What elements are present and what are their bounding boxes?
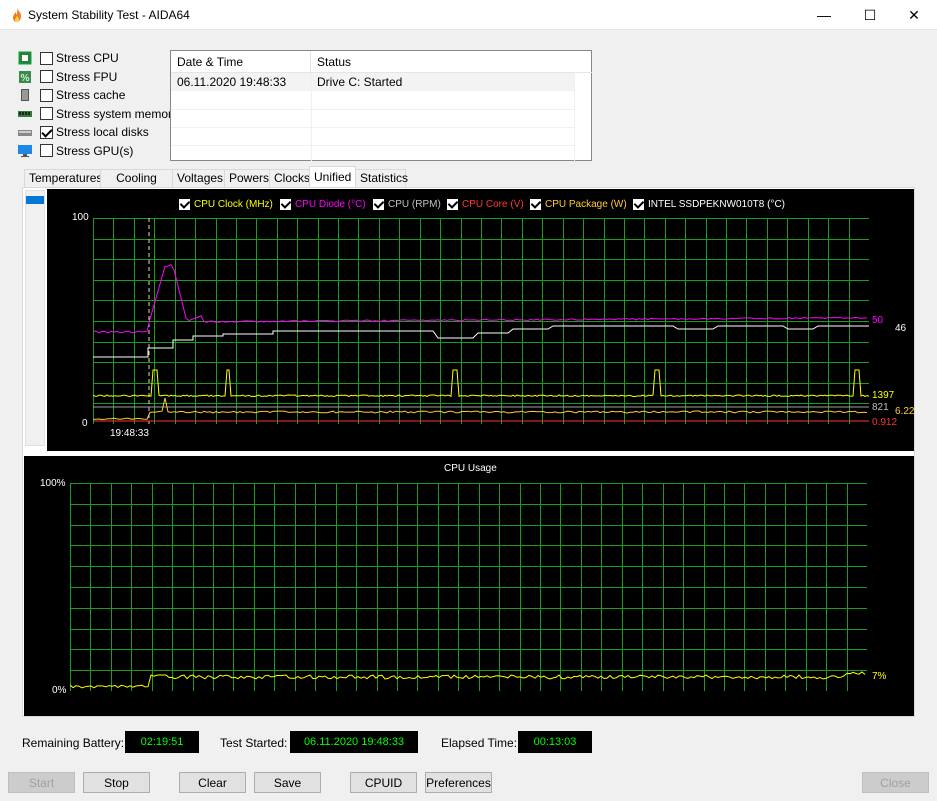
legend-item[interactable]: CPU Core (V) (447, 197, 524, 211)
minimize-button[interactable]: — (801, 0, 847, 30)
core-value-label: 0.912 (872, 417, 898, 428)
unified-y-max-label: 100 (72, 212, 89, 223)
cpu-icon (18, 51, 32, 65)
log-header-datetime[interactable]: Date & Time (171, 51, 311, 73)
stress-checkbox[interactable] (40, 51, 53, 65)
package-value-label: 6.22 (895, 406, 915, 417)
save-button[interactable]: Save (254, 772, 321, 793)
chart-scroll-thumb[interactable] (26, 196, 44, 204)
stress-checkbox[interactable] (40, 125, 53, 139)
stress-option-label: Stress FPU (56, 69, 118, 84)
stress-option-stress-system-memory[interactable]: Stress system memory (18, 105, 178, 123)
stress-option-stress-local-disks[interactable]: Stress local disks (18, 123, 149, 141)
legend-label: CPU Core (V) (462, 198, 524, 210)
tab-voltages[interactable]: Voltages (172, 169, 225, 187)
elapsed-time-value: 00:13:03 (518, 731, 592, 753)
log-cell-datetime: 06.11.2020 19:48:33 (177, 75, 287, 89)
table-row[interactable]: 06.11.2020 19:48:33 Drive C: Started (171, 73, 575, 91)
ssd-value-label: 46 (895, 323, 907, 334)
cpu-diode-series (93, 263, 868, 334)
stress-option-label: Stress system memory (56, 106, 179, 121)
tab-powers[interactable]: Powers (224, 169, 270, 187)
close-icon: ✕ (908, 6, 920, 23)
cpu-package-series (93, 397, 868, 421)
log-cell-status: Drive C: Started (317, 75, 403, 89)
stress-option-label: Stress CPU (56, 51, 119, 65)
tab-statistics[interactable]: Statistics (355, 169, 408, 187)
flame-icon (13, 8, 21, 22)
stress-checkbox[interactable] (40, 88, 53, 102)
test-started-value: 06.11.2020 19:48:33 (290, 731, 418, 753)
legend-item[interactable]: CPU Clock (MHz) (179, 197, 273, 211)
memory-icon (18, 107, 32, 121)
stress-option-stress-fpu[interactable]: % Stress FPU (18, 68, 117, 86)
stress-option-stress-gpu-s[interactable]: Stress GPU(s) (18, 142, 133, 160)
tab-unified[interactable]: Unified (309, 166, 356, 188)
stress-checkbox[interactable] (40, 107, 53, 120)
log-header-status[interactable]: Status (311, 51, 592, 73)
legend-label: CPU (RPM) (388, 198, 441, 210)
legend-checkbox[interactable] (373, 198, 384, 210)
maximize-icon: ☐ (863, 6, 877, 23)
diode-value-label: 50 (872, 315, 884, 326)
stress-option-stress-cpu[interactable]: Stress CPU (18, 49, 119, 67)
stress-option-label: Stress GPU(s) (56, 143, 134, 158)
legend-label: CPU Diode (°C) (295, 198, 366, 210)
unified-plot (93, 218, 869, 424)
legend-item[interactable]: INTEL SSDPEKNW010T8 (°C) (633, 197, 785, 211)
tab-temperatures[interactable]: Temperatures (24, 169, 102, 187)
start-button[interactable]: Start (8, 772, 75, 793)
rpm-value-label: 821 (872, 402, 889, 413)
cpu-usage-series (70, 671, 866, 689)
legend-item[interactable]: CPU Package (W) (530, 197, 627, 211)
legend-item[interactable]: CPU (RPM) (373, 197, 441, 211)
cpu-usage-current-label: 7% (872, 671, 887, 682)
tab-cooling-fans[interactable]: Cooling Fans (100, 169, 173, 202)
legend-checkbox[interactable] (633, 198, 644, 210)
legend-label: INTEL SSDPEKNW010T8 (°C) (648, 198, 785, 210)
stress-checkbox[interactable] (40, 144, 53, 157)
elapsed-time-label: Elapsed Time: (441, 736, 518, 750)
window-title: System Stability Test - AIDA64 (28, 8, 190, 22)
stress-checkbox[interactable] (40, 70, 53, 83)
log-table: Date & Time Status 06.11.2020 19:48:33 D… (170, 50, 592, 161)
maximize-button[interactable]: ☐ (847, 0, 893, 30)
legend-checkbox[interactable] (447, 198, 458, 210)
remaining-battery-label: Remaining Battery: (22, 736, 125, 750)
clear-button[interactable]: Clear (179, 772, 246, 793)
tab-clocks[interactable]: Clocks (269, 169, 310, 187)
svg-text:%: % (20, 73, 30, 84)
legend-label: CPU Clock (MHz) (194, 198, 273, 210)
disk-icon (18, 125, 32, 139)
cache-icon (18, 88, 32, 102)
monitor-icon (18, 144, 32, 158)
stress-option-label: Stress cache (56, 88, 126, 102)
stop-button[interactable]: Stop (83, 772, 150, 793)
legend-item[interactable]: CPU Diode (°C) (280, 197, 366, 211)
clock-value-label: 1397 (872, 390, 895, 401)
close-button[interactable]: Close (862, 772, 929, 793)
legend-checkbox[interactable] (179, 198, 190, 210)
cpuid-button[interactable]: CPUID (350, 772, 417, 793)
chart-scrollbar[interactable] (25, 190, 45, 446)
stress-option-label: Stress local disks (56, 125, 149, 139)
minimize-icon: — (817, 7, 831, 23)
cpu-usage-y-max-label: 100% (40, 478, 66, 489)
cpu-usage-title: CPU Usage (444, 463, 497, 474)
test-started-label: Test Started: (220, 736, 288, 750)
preferences-button[interactable]: Preferences (425, 772, 492, 793)
stress-option-stress-cache[interactable]: Stress cache (18, 86, 125, 104)
legend-checkbox[interactable] (530, 198, 541, 210)
remaining-battery-value: 02:19:51 (125, 731, 199, 753)
unified-x-time-label: 19:48:33 (110, 428, 149, 439)
close-window-button[interactable]: ✕ (891, 0, 937, 30)
legend-label: CPU Package (W) (545, 198, 627, 210)
fpu-icon: % (18, 70, 32, 84)
cpu-usage-y-min-label: 0% (52, 685, 67, 696)
cpu-usage-plot (70, 483, 867, 691)
title-bar: System Stability Test - AIDA64 — ☐ ✕ (0, 0, 937, 30)
legend-checkbox[interactable] (280, 198, 291, 210)
unified-y-min-label: 0 (82, 418, 88, 429)
